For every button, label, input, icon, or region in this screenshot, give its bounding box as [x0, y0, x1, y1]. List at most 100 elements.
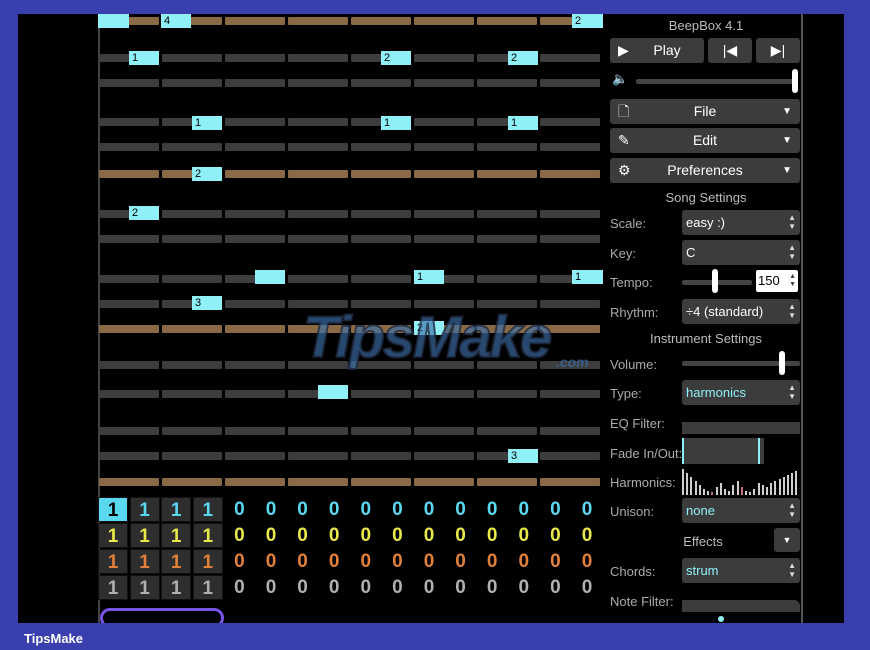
pitch-row-segment[interactable] [477, 235, 537, 243]
pitch-row-segment[interactable] [225, 390, 285, 398]
pitch-row-segment[interactable] [288, 452, 348, 460]
harmonic-bar[interactable] [703, 489, 705, 495]
track-cell[interactable]: 1 [129, 523, 160, 548]
pattern-note[interactable]: 2 [129, 206, 159, 220]
pattern-note[interactable]: 1 [508, 116, 538, 130]
effects-dropdown-button[interactable]: ▼ [774, 528, 800, 552]
track-cell[interactable]: 1 [161, 497, 192, 522]
chords-select[interactable]: strum ▲ ▼ [682, 558, 800, 583]
track-cell[interactable]: 0 [319, 575, 349, 600]
pitch-row-segment[interactable] [477, 143, 537, 151]
harmonic-bar[interactable] [732, 485, 735, 495]
harmonic-bar[interactable] [698, 485, 701, 495]
harmonics-editor[interactable] [682, 467, 800, 495]
pitch-row-segment[interactable] [99, 79, 159, 87]
track-cell[interactable]: 0 [414, 575, 444, 600]
tempo-slider-knob[interactable] [712, 269, 718, 293]
pitch-row-segment[interactable] [540, 390, 600, 398]
preferences-menu[interactable]: ⚙ Preferences ▼ [610, 158, 800, 183]
pitch-row-segment[interactable] [162, 452, 222, 460]
track-cell[interactable]: 0 [509, 497, 539, 522]
harmonic-bar[interactable] [736, 481, 739, 495]
pitch-row-segment[interactable] [351, 235, 411, 243]
pitch-row-segment[interactable] [414, 143, 474, 151]
track-cell[interactable]: 0 [288, 575, 318, 600]
pitch-row-segment[interactable] [225, 361, 285, 369]
pitch-row-segment[interactable] [540, 54, 600, 62]
harmonic-bar[interactable] [761, 485, 764, 495]
track-cell[interactable]: 0 [382, 497, 412, 522]
pitch-row-segment[interactable] [162, 79, 222, 87]
pitch-row-segment[interactable] [414, 118, 474, 126]
pitch-row-segment[interactable] [414, 54, 474, 62]
track-scroll-handle[interactable] [100, 608, 224, 623]
pitch-row-segment[interactable] [162, 143, 222, 151]
track-editor[interactable]: 1111000000000000111100000000000011110000… [98, 495, 604, 605]
track-cell[interactable]: 1 [161, 575, 192, 600]
track-cell[interactable]: 0 [256, 575, 286, 600]
pattern-note[interactable] [255, 270, 285, 284]
pitch-row-segment[interactable] [351, 427, 411, 435]
pitch-row-segment[interactable] [414, 79, 474, 87]
harmonic-bar[interactable] [711, 492, 714, 495]
pitch-row-segment[interactable] [288, 275, 348, 283]
pitch-row-segment[interactable] [162, 361, 222, 369]
harmonic-bar[interactable] [757, 483, 760, 495]
track-cell[interactable]: 0 [477, 523, 507, 548]
pitch-row-segment[interactable] [351, 170, 411, 178]
harmonic-bar[interactable] [795, 471, 798, 495]
pitch-row-segment[interactable] [225, 235, 285, 243]
harmonic-bar[interactable] [740, 487, 743, 495]
pitch-row-segment[interactable] [288, 54, 348, 62]
pitch-row-segment[interactable] [162, 275, 222, 283]
pitch-row-segment[interactable] [288, 427, 348, 435]
pitch-row-segment[interactable] [288, 143, 348, 151]
track-cell[interactable]: 0 [224, 549, 254, 574]
track-cell[interactable]: 1 [129, 497, 160, 522]
pitch-row-segment[interactable] [540, 478, 600, 486]
pitch-row-segment[interactable] [99, 390, 159, 398]
pitch-row-segment[interactable] [162, 427, 222, 435]
pitch-row-segment[interactable] [288, 118, 348, 126]
track-cell[interactable]: 0 [572, 497, 602, 522]
next-bar-button[interactable]: ▶| [756, 38, 800, 63]
track-cell[interactable]: 0 [540, 497, 570, 522]
pitch-row-segment[interactable] [225, 79, 285, 87]
track-cell[interactable]: 0 [446, 575, 476, 600]
pitch-row-segment[interactable] [225, 478, 285, 486]
track-cell[interactable]: 0 [414, 523, 444, 548]
pitch-row-segment[interactable] [225, 325, 285, 333]
track-cell[interactable]: 0 [446, 497, 476, 522]
track-cell[interactable]: 0 [351, 523, 381, 548]
pitch-row-segment[interactable] [99, 275, 159, 283]
track-cell[interactable]: 1 [192, 523, 223, 548]
pitch-row-segment[interactable] [351, 210, 411, 218]
pitch-row-segment[interactable] [225, 118, 285, 126]
track-cell[interactable]: 0 [224, 523, 254, 548]
track-cell[interactable]: 1 [98, 549, 128, 574]
track-cell[interactable]: 0 [572, 523, 602, 548]
pitch-row-segment[interactable] [225, 427, 285, 435]
track-cell[interactable]: 1 [161, 523, 192, 548]
harmonic-bar[interactable] [787, 475, 789, 495]
harmonic-bar[interactable] [724, 489, 726, 495]
pitch-row-segment[interactable] [540, 427, 600, 435]
tempo-input[interactable]: 150 ▲ ▼ [756, 270, 798, 292]
track-cell[interactable]: 0 [572, 575, 602, 600]
pattern-note[interactable] [98, 14, 129, 28]
track-cell[interactable]: 1 [98, 523, 128, 548]
harmonic-bar[interactable] [753, 489, 756, 495]
pitch-row-segment[interactable] [225, 143, 285, 151]
track-cell[interactable]: 0 [509, 523, 539, 548]
track-cell[interactable]: 1 [161, 549, 192, 574]
pitch-row-segment[interactable] [351, 275, 411, 283]
pitch-row-segment[interactable] [225, 17, 285, 25]
pitch-row-segment[interactable] [225, 452, 285, 460]
track-cell[interactable]: 1 [192, 549, 223, 574]
pattern-note[interactable]: 1 [192, 116, 222, 130]
pitch-row-segment[interactable] [162, 478, 222, 486]
track-cell[interactable]: 0 [319, 497, 349, 522]
pattern-note[interactable] [318, 385, 348, 399]
pitch-row-segment[interactable] [414, 390, 474, 398]
pitch-row-segment[interactable] [477, 390, 537, 398]
